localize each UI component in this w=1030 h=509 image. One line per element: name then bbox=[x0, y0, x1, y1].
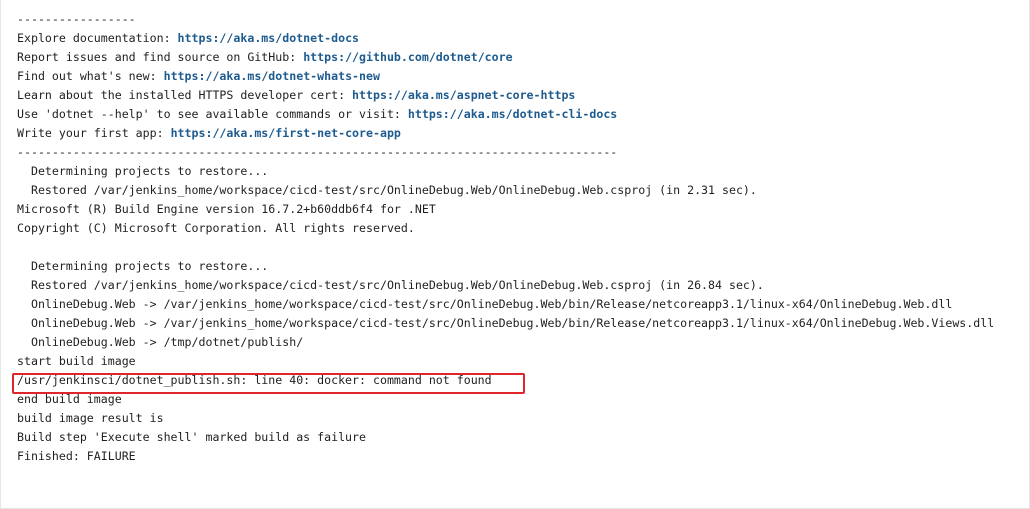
console-line: Restored /var/jenkins_home/workspace/cic… bbox=[17, 278, 764, 292]
console-line-first-app: Write your first app: https://aka.ms/fir… bbox=[17, 126, 401, 140]
console-line: OnlineDebug.Web -> /var/jenkins_home/wor… bbox=[17, 316, 995, 330]
console-line-separator-short: ----------------- bbox=[17, 12, 136, 26]
console-line: Build step 'Execute shell' marked build … bbox=[17, 430, 367, 444]
https-cert-link[interactable]: https://aka.ms/aspnet-core-https bbox=[352, 88, 575, 102]
console-line: OnlineDebug.Web -> /var/jenkins_home/wor… bbox=[17, 297, 953, 311]
first-app-link[interactable]: https://aka.ms/first-net-core-app bbox=[171, 126, 401, 140]
console-line-whats-new: Find out what's new: https://aka.ms/dotn… bbox=[17, 69, 380, 83]
console-line: Copyright (C) Microsoft Corporation. All… bbox=[17, 221, 415, 235]
console-lines: ----------------- Explore documentation:… bbox=[17, 10, 1029, 466]
github-link[interactable]: https://github.com/dotnet/core bbox=[303, 50, 512, 64]
console-line: Determining projects to restore... bbox=[17, 259, 269, 273]
docs-link[interactable]: https://aka.ms/dotnet-docs bbox=[178, 31, 359, 45]
console-line-finished: Finished: FAILURE bbox=[17, 449, 136, 463]
console-line: build image result is bbox=[17, 411, 164, 425]
console-line: start build image bbox=[17, 354, 136, 368]
console-line: Determining projects to restore... bbox=[17, 164, 269, 178]
console-line: end build image bbox=[17, 392, 122, 406]
console-line-docs: Explore documentation: https://aka.ms/do… bbox=[17, 31, 360, 45]
console-line-separator-long: ----------------------------------------… bbox=[17, 145, 618, 159]
console-line: OnlineDebug.Web -> /tmp/dotnet/publish/ bbox=[17, 335, 304, 349]
console-line-cli-docs: Use 'dotnet --help' to see available com… bbox=[17, 107, 618, 121]
console-line: Microsoft (R) Build Engine version 16.7.… bbox=[17, 202, 436, 216]
cli-docs-link[interactable]: https://aka.ms/dotnet-cli-docs bbox=[408, 107, 617, 121]
console-line-https-cert: Learn about the installed HTTPS develope… bbox=[17, 88, 576, 102]
console-line-github: Report issues and find source on GitHub:… bbox=[17, 50, 513, 64]
whats-new-link[interactable]: https://aka.ms/dotnet-whats-new bbox=[164, 69, 380, 83]
console-output: ----------------- Explore documentation:… bbox=[0, 0, 1030, 509]
console-line: Restored /var/jenkins_home/workspace/cic… bbox=[17, 183, 757, 197]
console-line-error: /usr/jenkinsci/dotnet_publish.sh: line 4… bbox=[17, 373, 492, 387]
